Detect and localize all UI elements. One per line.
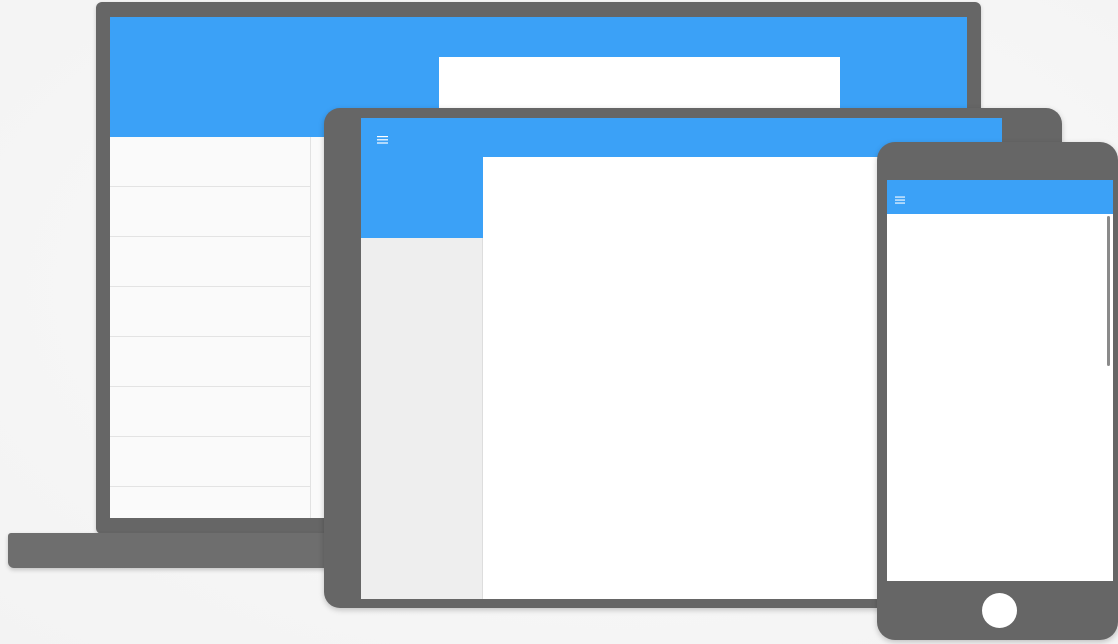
tablet-nav-drawer <box>361 238 483 599</box>
home-button[interactable] <box>982 593 1017 628</box>
laptop-list-panel <box>110 137 311 518</box>
phone-device <box>877 142 1118 640</box>
scrollbar[interactable] <box>1107 216 1110 366</box>
list-item[interactable] <box>110 487 310 518</box>
list-item[interactable] <box>110 137 310 187</box>
list-item[interactable] <box>110 387 310 437</box>
phone-app-bar <box>887 180 1113 214</box>
phone-screen <box>887 180 1113 581</box>
list-item[interactable] <box>110 437 310 487</box>
hamburger-menu-icon[interactable] <box>377 133 389 145</box>
responsive-devices-illustration <box>0 0 1118 644</box>
list-item[interactable] <box>110 287 310 337</box>
list-item[interactable] <box>110 337 310 387</box>
laptop-base <box>8 533 368 568</box>
list-item[interactable] <box>110 187 310 237</box>
hamburger-menu-icon[interactable] <box>895 193 906 204</box>
list-item[interactable] <box>110 237 310 287</box>
